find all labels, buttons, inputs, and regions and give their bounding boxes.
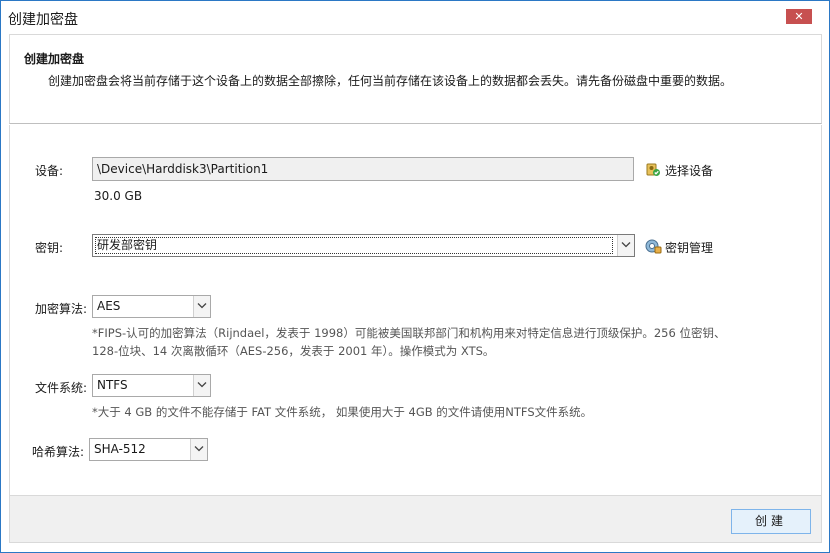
filesystem-select-value: NTFS [97,378,128,392]
select-device-label: 选择设备 [665,164,714,178]
dropdown-arrow-icon [197,303,207,309]
algorithm-select[interactable]: AES [92,295,211,318]
key-select[interactable]: 研发部密钥 [92,234,635,257]
select-device-icon [646,163,660,176]
algorithm-note: *FIPS-认可的加密算法（Rijndael，发表于 1998）可能被美国联邦部… [92,324,812,360]
close-button[interactable]: ✕ [786,9,812,24]
header-description: 创建加密盘会将当前存储于这个设备上的数据全部擦除，任何当前存储在该设备上的数据都… [48,74,733,88]
window-title: 创建加密盘 [8,12,78,28]
hash-select-value: SHA-512 [94,442,146,456]
filesystem-note: *大于 4 GB 的文件不能存储于 FAT 文件系统， 如果使用大于 4GB 的… [92,405,593,419]
dropdown-arrow-icon [197,382,207,388]
dropdown-arrow-icon [194,446,204,452]
title-bar: 创建加密盘 ✕ [1,1,829,34]
algorithm-dropdown-arrow[interactable] [193,296,210,317]
hash-label: 哈希算法: [32,445,85,459]
filesystem-label: 文件系统: [35,381,88,395]
device-path-field: \Device\Harddisk3\Partition1 [92,157,634,181]
key-manage-button[interactable]: 密钥管理 [645,237,725,257]
select-device-button[interactable]: 选择设备 [645,160,725,180]
algorithm-note-line1: *FIPS-认可的加密算法（Rijndael，发表于 1998）可能被美国联邦部… [92,326,726,340]
dropdown-arrow-icon [621,242,631,248]
device-label: 设备: [35,164,64,178]
key-manage-icon [645,239,662,254]
hash-select[interactable]: SHA-512 [89,438,208,461]
key-select-value: 研发部密钥 [97,238,158,252]
key-select-focus [95,237,613,254]
filesystem-dropdown-arrow[interactable] [193,375,210,396]
algorithm-label: 加密算法: [35,302,88,316]
footer-panel [9,495,822,543]
hash-dropdown-arrow[interactable] [190,439,207,460]
create-button[interactable]: 创建 [731,509,811,534]
close-icon: ✕ [794,10,804,23]
key-label: 密钥: [35,241,64,255]
header-title: 创建加密盘 [24,52,85,66]
algorithm-note-line2: 128-位块、14 次离散循环（AES-256，发表于 2001 年）。操作模式… [92,344,495,358]
key-dropdown-arrow[interactable] [617,235,634,256]
filesystem-select[interactable]: NTFS [92,374,211,397]
header-panel: 创建加密盘 创建加密盘会将当前存储于这个设备上的数据全部擦除，任何当前存储在该设… [9,34,822,124]
device-size: 30.0 GB [94,189,143,203]
dialog-window: 创建加密盘 ✕ 创建加密盘 创建加密盘会将当前存储于这个设备上的数据全部擦除，任… [0,0,830,553]
key-manage-label: 密钥管理 [665,241,714,255]
device-path-value: \Device\Harddisk3\Partition1 [97,162,269,176]
algorithm-select-value: AES [97,299,121,313]
